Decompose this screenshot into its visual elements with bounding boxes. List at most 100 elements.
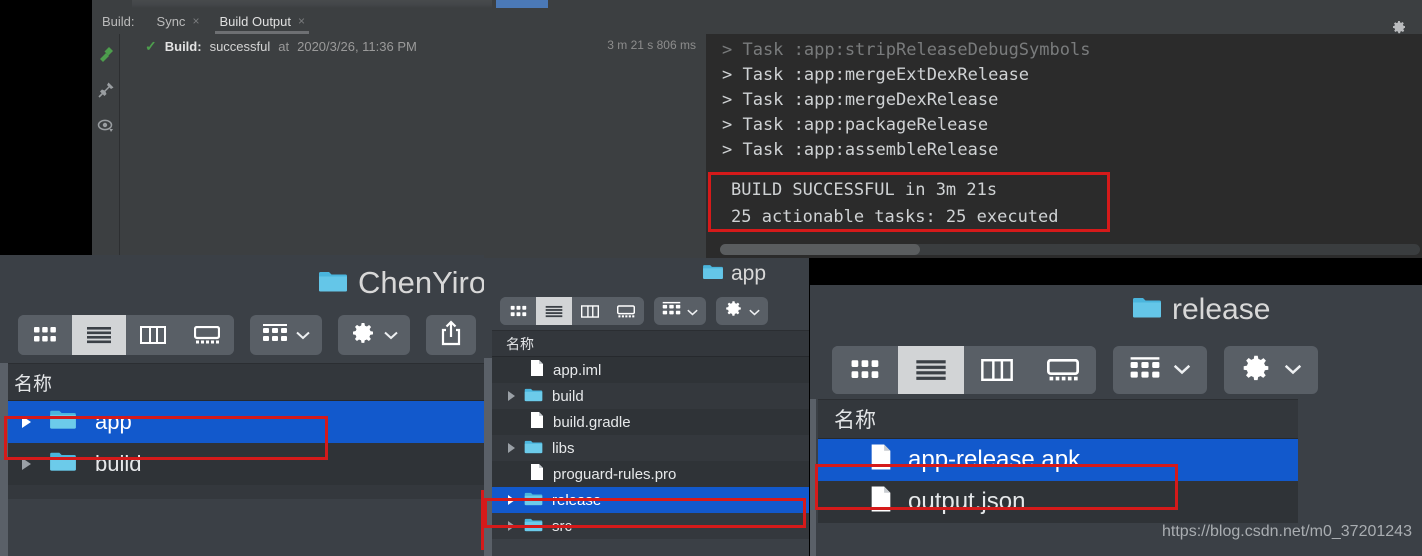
eye-icon[interactable] (96, 116, 116, 136)
column-header-name[interactable]: 名称 (818, 399, 1298, 439)
window-edge-gutter (484, 358, 492, 556)
view-mode-segmented-control[interactable] (832, 346, 1096, 394)
build-status-prefix: Build: (164, 38, 202, 54)
gear-icon (1240, 352, 1272, 389)
tab-sync[interactable]: Sync × (147, 8, 210, 34)
finder-window-chenyirong[interactable]: ChenYirong (0, 255, 484, 556)
column-view-icon[interactable] (964, 346, 1030, 394)
chevron-down-icon (384, 329, 398, 342)
tab-build-output[interactable]: Build Output × (209, 8, 315, 34)
column-header-label: 名称 (14, 373, 53, 395)
disclosure-triangle-icon[interactable] (508, 443, 515, 453)
list-item-label: build (95, 451, 142, 476)
folder-icon (524, 517, 543, 536)
folder-icon (49, 408, 77, 436)
view-mode-segmented-control[interactable] (18, 315, 234, 355)
group-by-button[interactable] (250, 315, 322, 355)
finder-titlebar[interactable]: app (484, 258, 809, 292)
icon-view-icon[interactable] (18, 315, 72, 355)
column-view-icon[interactable] (572, 297, 608, 325)
finder-window-app[interactable]: app 名称 app.iml build build.gradle libs p… (484, 258, 809, 556)
action-menu-button[interactable] (338, 315, 410, 355)
share-icon (440, 319, 462, 351)
finder-titlebar[interactable]: release (810, 285, 1422, 341)
file-icon (530, 359, 544, 381)
tab-build-output-label: Build Output (219, 13, 291, 29)
disclosure-triangle-icon[interactable] (22, 458, 31, 470)
partial-editor-strip (92, 0, 1422, 8)
folder-icon (318, 265, 348, 301)
file-icon (530, 463, 544, 485)
list-item[interactable]: release (492, 487, 809, 513)
share-button[interactable] (426, 315, 476, 355)
pin-icon[interactable] (96, 80, 116, 100)
folder-icon (524, 439, 543, 458)
folder-icon (49, 450, 77, 478)
list-item-label: release (552, 491, 602, 509)
list-item-label: output.json (908, 488, 1026, 515)
list-item[interactable] (0, 485, 484, 499)
tab-sync-label: Sync (156, 13, 186, 29)
list-item-label: build (552, 387, 584, 405)
blurred-text-strip (132, 0, 492, 8)
group-by-button[interactable] (1113, 346, 1207, 394)
file-list: app build (0, 401, 484, 499)
restart-hammer-icon[interactable] (96, 44, 116, 64)
view-mode-segmented-control[interactable] (500, 297, 644, 325)
list-view-icon[interactable] (536, 297, 572, 325)
build-status-at: at (278, 38, 290, 54)
action-menu-button[interactable] (716, 297, 768, 325)
finder-title-text: ChenYirong (358, 265, 484, 300)
icon-view-icon[interactable] (500, 297, 536, 325)
watermark: https://blog.csdn.net/m0_37201243 (1162, 523, 1412, 540)
list-item[interactable]: app (0, 401, 484, 443)
finder-titlebar[interactable]: ChenYirong (0, 255, 484, 307)
list-view-icon[interactable] (898, 346, 964, 394)
close-icon[interactable]: × (192, 15, 199, 27)
column-header-name[interactable]: 名称 (492, 330, 809, 357)
build-panel-toolrail (92, 34, 120, 258)
android-studio-build-panel: Build: Sync × Build Output × ✓ Build: su… (92, 0, 1422, 258)
icon-view-icon[interactable] (832, 346, 898, 394)
console-line: > Task :app:mergeDexRelease (722, 90, 999, 110)
gallery-view-icon[interactable] (1030, 346, 1096, 394)
disclosure-triangle-icon[interactable] (508, 495, 515, 505)
close-icon[interactable]: × (298, 15, 305, 27)
finder-toolbar (484, 292, 809, 330)
build-tree-pane: ✓ Build: successful at 2020/3/26, 11:36 … (121, 34, 706, 258)
list-item[interactable]: output.json (818, 481, 1298, 523)
list-item[interactable]: app-release.apk (818, 439, 1298, 481)
list-item[interactable]: app.iml (492, 357, 809, 383)
action-menu-button[interactable] (1224, 346, 1318, 394)
column-header-name[interactable]: 名称 (0, 363, 484, 401)
group-by-icon (662, 301, 681, 321)
console-line: > Task :app:mergeExtDexRelease (722, 65, 1030, 85)
build-tabbar: Build: Sync × Build Output × (92, 8, 1422, 34)
list-item[interactable]: build (0, 443, 484, 485)
group-by-icon (1129, 356, 1161, 385)
list-item-label: app (95, 409, 132, 434)
column-view-icon[interactable] (126, 315, 180, 355)
list-item[interactable]: build.gradle (492, 409, 809, 435)
list-item[interactable]: build (492, 383, 809, 409)
list-item[interactable]: libs (492, 435, 809, 461)
group-by-button[interactable] (654, 297, 706, 325)
build-console-output[interactable]: > Task :app:stripReleaseDebugSymbols > T… (706, 34, 1422, 258)
build-panel-body: ✓ Build: successful at 2020/3/26, 11:36 … (92, 34, 1422, 258)
gallery-view-icon[interactable] (180, 315, 234, 355)
scrollbar-thumb[interactable] (720, 244, 920, 255)
success-check-icon: ✓ (145, 37, 157, 54)
list-item[interactable]: src (492, 513, 809, 539)
console-horizontal-scrollbar[interactable] (720, 244, 1420, 255)
disclosure-triangle-icon[interactable] (22, 416, 31, 428)
chevron-down-icon (1284, 364, 1302, 377)
disclosure-triangle-icon[interactable] (508, 521, 515, 531)
file-icon (870, 443, 892, 478)
gallery-view-icon[interactable] (608, 297, 644, 325)
finder-window-release[interactable]: release 名称 app-release.apk output.json (810, 285, 1422, 556)
list-view-icon[interactable] (72, 315, 126, 355)
list-item[interactable]: proguard-rules.pro (492, 461, 809, 487)
disclosure-triangle-icon[interactable] (508, 391, 515, 401)
folder-icon (702, 262, 724, 286)
finder-title-text: app (731, 262, 767, 285)
